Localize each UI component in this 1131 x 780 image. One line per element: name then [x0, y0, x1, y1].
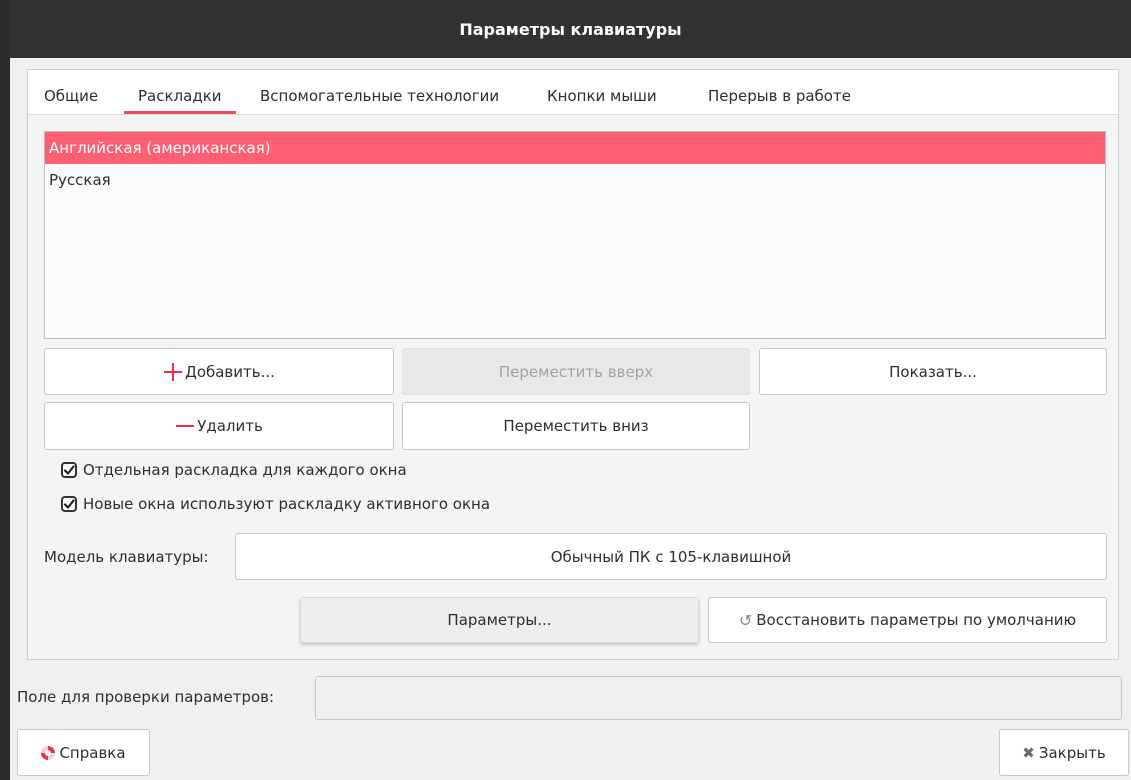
title-bar[interactable]: Параметры клавиатуры	[10, 0, 1131, 58]
add-button[interactable]: Добавить...	[44, 348, 394, 395]
tab-layouts[interactable]: Раскладки	[124, 70, 235, 114]
remove-button-label: Удалить	[197, 417, 263, 435]
tab-bar: Общие Раскладки Вспомогательные технолог…	[28, 70, 1118, 115]
new-windows-active-label: Новые окна используют раскладку активног…	[83, 495, 491, 513]
show-button-label: Показать...	[889, 362, 977, 381]
keyboard-model-selector[interactable]: Обычный ПК с 105-клавишной	[235, 533, 1107, 580]
close-button[interactable]: ✖ Закрыть	[999, 729, 1129, 776]
layout-list[interactable]: Английская (американская) Русская	[44, 131, 1106, 339]
new-windows-active-checkbox[interactable]	[61, 496, 77, 512]
checkmark-icon	[63, 465, 75, 475]
keyboard-settings-window: Параметры клавиатуры Общие Раскладки Всп…	[10, 0, 1131, 780]
separate-layout-checkbox[interactable]	[61, 462, 77, 478]
move-down-button[interactable]: Переместить вниз	[402, 402, 750, 450]
restore-defaults-button[interactable]: ↺ Восстановить параметры по умолчанию	[708, 597, 1107, 643]
window-title: Параметры клавиатуры	[459, 19, 682, 39]
options-button[interactable]: Параметры...	[300, 597, 699, 643]
keyboard-model-value: Обычный ПК с 105-клавишной	[550, 547, 792, 566]
separate-layout-label: Отдельная раскладка для каждого окна	[83, 461, 407, 479]
test-field-input[interactable]	[315, 676, 1122, 720]
tab-mouse-buttons[interactable]: Кнопки мыши	[547, 70, 657, 114]
tab-general[interactable]: Общие	[44, 70, 98, 114]
help-button[interactable]: Справка	[17, 729, 150, 776]
move-up-button[interactable]: Переместить вверх	[402, 348, 750, 395]
checkmark-icon	[63, 499, 75, 509]
restore-defaults-label: Восстановить параметры по умолчанию	[756, 611, 1077, 629]
tab-typing-break[interactable]: Перерыв в работе	[708, 70, 851, 114]
options-button-label: Параметры...	[447, 611, 552, 629]
plus-icon	[163, 362, 183, 382]
move-down-button-label: Переместить вниз	[503, 417, 649, 435]
test-field-label: Поле для проверки параметров:	[17, 688, 275, 706]
layout-item-english[interactable]: Английская (американская)	[45, 132, 1105, 164]
close-icon: ✖	[1022, 743, 1035, 762]
lifebuoy-icon	[41, 745, 56, 760]
minus-icon	[175, 416, 195, 436]
keyboard-model-label: Модель клавиатуры:	[44, 548, 209, 566]
add-button-label: Добавить...	[185, 362, 275, 381]
remove-button[interactable]: Удалить	[44, 402, 394, 450]
new-windows-active-row[interactable]: Новые окна используют раскладку активног…	[61, 492, 490, 516]
show-button[interactable]: Показать...	[759, 348, 1107, 395]
move-up-button-label: Переместить вверх	[498, 362, 654, 381]
tab-accessibility[interactable]: Вспомогательные технологии	[260, 70, 499, 114]
help-button-label: Справка	[59, 743, 126, 762]
restore-icon: ↺	[738, 610, 753, 630]
tab-notebook: Общие Раскладки Вспомогательные технолог…	[27, 69, 1119, 660]
layout-item-russian[interactable]: Русская	[45, 164, 1105, 196]
close-button-label: Закрыть	[1038, 743, 1106, 762]
separate-layout-row[interactable]: Отдельная раскладка для каждого окна	[61, 458, 407, 482]
